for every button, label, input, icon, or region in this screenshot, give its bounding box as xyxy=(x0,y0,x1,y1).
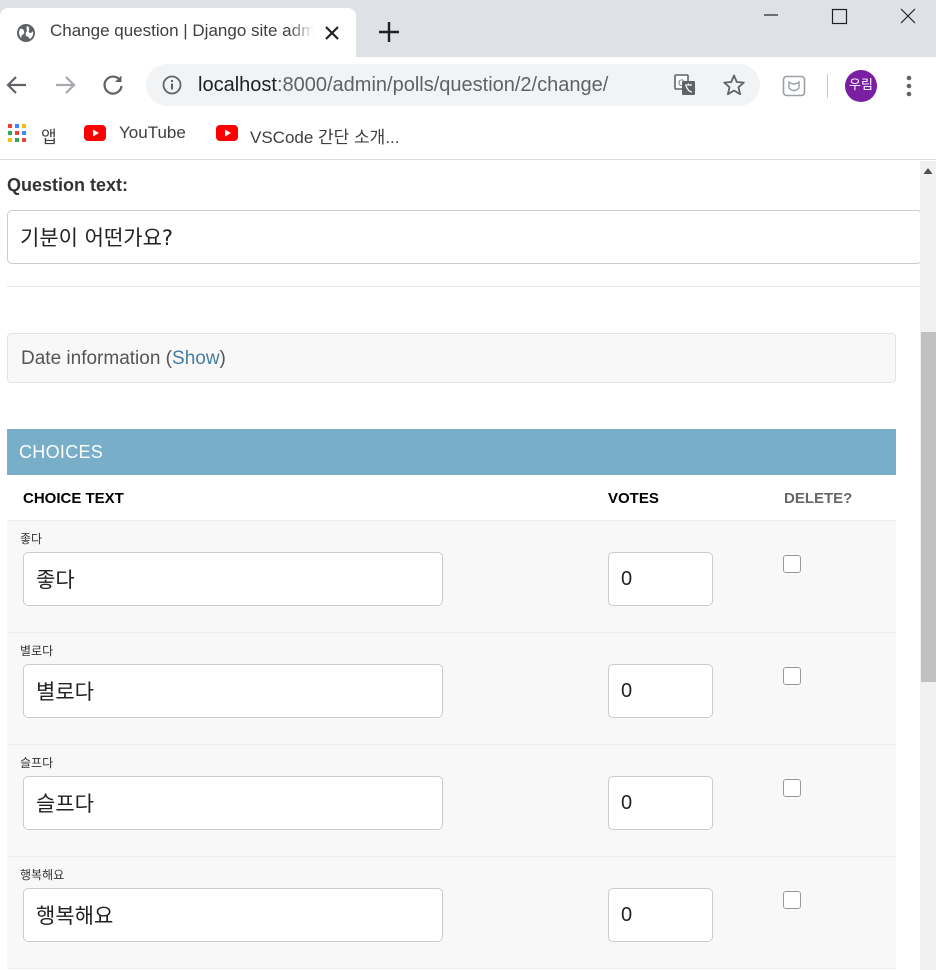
votes-input[interactable] xyxy=(608,664,713,718)
url-host: localhost xyxy=(198,74,277,96)
browser-tab[interactable]: Change question | Django site admin xyxy=(0,8,356,57)
youtube-icon xyxy=(84,125,106,141)
info-icon[interactable] xyxy=(162,75,182,95)
maximize-icon[interactable] xyxy=(816,0,862,34)
globe-icon xyxy=(17,24,35,42)
choices-header: CHOICES xyxy=(7,429,896,475)
delete-checkbox[interactable] xyxy=(783,779,801,797)
scroll-up-arrow-icon[interactable] xyxy=(923,167,933,175)
minimize-icon[interactable] xyxy=(748,0,794,34)
star-icon[interactable] xyxy=(722,73,746,97)
address-bar[interactable]: localhost:8000/admin/polls/question/2/ch… xyxy=(146,64,760,106)
choice-row-label: 슬프다 xyxy=(20,756,54,770)
page-viewport: Question text: Date information (Show) C… xyxy=(0,161,920,970)
profile-avatar[interactable]: 우림 xyxy=(845,70,877,102)
column-header-choice-text: CHOICE TEXT xyxy=(23,490,124,507)
date-information-title: Date information (Show) xyxy=(21,348,226,370)
bookmark-label: VSCode 간단 소개... xyxy=(250,128,400,147)
choice-text-input[interactable] xyxy=(23,664,443,718)
tab-title: Change question | Django site admin xyxy=(50,21,314,41)
date-information-fieldset: Date information (Show) xyxy=(7,333,896,383)
scrollbar-thumb[interactable] xyxy=(921,332,936,682)
date-information-close: ) xyxy=(219,348,226,369)
toolbar-divider xyxy=(827,74,828,98)
delete-checkbox[interactable] xyxy=(783,667,801,685)
choices-column-headers: CHOICE TEXT VOTES DELETE? xyxy=(7,475,896,521)
column-header-votes: VOTES xyxy=(608,490,659,507)
votes-input[interactable] xyxy=(608,888,713,942)
question-text-input[interactable] xyxy=(7,210,920,264)
choice-row-label: 별로다 xyxy=(20,644,54,658)
choice-text-input[interactable] xyxy=(23,776,443,830)
extension-icon[interactable] xyxy=(782,74,806,98)
window-close-icon[interactable] xyxy=(884,0,930,34)
bookmark-label: YouTube xyxy=(119,123,186,142)
reload-icon[interactable] xyxy=(100,72,126,98)
votes-input[interactable] xyxy=(608,552,713,606)
youtube-icon xyxy=(216,125,238,141)
translate-icon[interactable]: G xyxy=(674,74,696,96)
votes-input[interactable] xyxy=(608,776,713,830)
url-text: localhost:8000/admin/polls/question/2/ch… xyxy=(198,74,608,97)
page-scrollbar[interactable] xyxy=(920,161,936,970)
delete-checkbox[interactable] xyxy=(783,555,801,573)
forward-arrow-icon[interactable] xyxy=(52,72,78,98)
show-toggle-link[interactable]: Show xyxy=(172,348,220,369)
more-menu-icon[interactable] xyxy=(898,72,920,100)
svg-text:G: G xyxy=(678,79,685,89)
back-arrow-icon[interactable] xyxy=(4,72,30,98)
apps-grid-icon xyxy=(8,124,26,142)
close-icon[interactable] xyxy=(322,23,342,43)
plus-icon[interactable] xyxy=(376,19,402,45)
delete-checkbox[interactable] xyxy=(783,891,801,909)
choice-row-label: 좋다 xyxy=(20,532,43,546)
choice-row: 별로다 xyxy=(7,633,896,745)
column-header-delete: DELETE? xyxy=(784,490,853,507)
url-path: :8000/admin/polls/question/2/change/ xyxy=(276,74,609,96)
question-text-label: Question text: xyxy=(7,175,129,195)
choice-row-label: 행복해요 xyxy=(20,868,65,882)
choice-row: 슬프다 xyxy=(7,745,896,857)
choice-row: 행복해요 xyxy=(7,857,896,969)
bookmarks-bar: 앱 YouTube VSCode 간단 소개... xyxy=(0,114,936,160)
choice-row: 좋다 xyxy=(7,521,896,633)
choice-text-input[interactable] xyxy=(23,888,443,942)
section-divider xyxy=(7,286,920,287)
bookmark-label: 앱 xyxy=(41,128,57,147)
choice-text-input[interactable] xyxy=(23,552,443,606)
date-information-text: Date information ( xyxy=(21,348,173,369)
browser-tab-strip: Change question | Django site admin xyxy=(0,0,936,57)
